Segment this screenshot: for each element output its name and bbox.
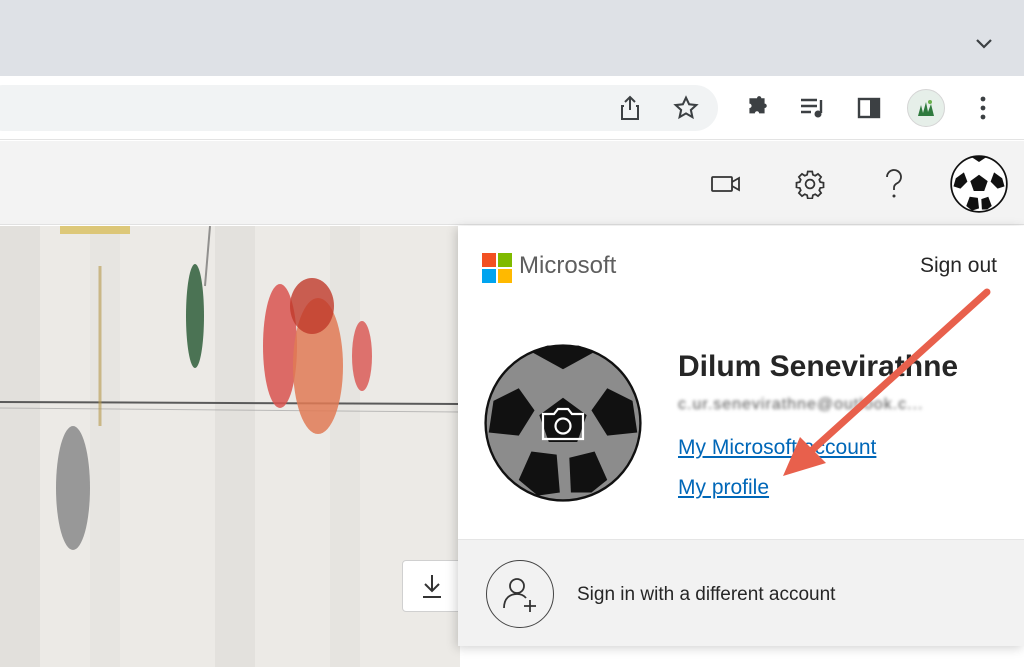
extensions-icon[interactable] [741,92,773,124]
settings-icon[interactable] [790,164,830,204]
share-icon[interactable] [614,92,646,124]
account-panel: Microsoft Sign out Dilum Senevirathne c.… [458,226,1024,646]
reading-list-icon[interactable] [797,92,829,124]
video-call-icon[interactable] [706,168,746,200]
app-header [0,141,1024,225]
address-bar[interactable] [0,85,718,131]
different-account-label: Sign in with a different account [577,584,836,605]
microsoft-logo-icon [482,253,512,283]
user-email: c.ur.senevirathne@outlook.c... [678,396,924,413]
my-microsoft-account-link[interactable]: My Microsoft account [678,436,876,460]
user-name: Dilum Senevirathne [678,350,959,383]
browser-tab-strip [0,0,1024,76]
add-person-icon [486,560,554,628]
background-image [0,226,460,667]
camera-icon[interactable] [540,404,586,442]
brand-name: Microsoft [519,252,617,279]
sign-out-link[interactable]: Sign out [920,254,997,278]
download-button[interactable] [402,560,462,612]
help-icon[interactable] [876,164,912,204]
side-panel-icon[interactable] [853,92,885,124]
account-avatar-icon[interactable] [950,155,1008,213]
my-profile-link[interactable]: My profile [678,476,769,500]
chevron-down-icon[interactable] [974,34,994,54]
different-account-row[interactable]: Sign in with a different account [458,539,1024,646]
star-icon[interactable] [670,92,702,124]
kebab-menu-icon[interactable] [967,92,999,124]
profile-icon[interactable] [907,89,945,127]
profile-photo[interactable] [484,344,642,502]
